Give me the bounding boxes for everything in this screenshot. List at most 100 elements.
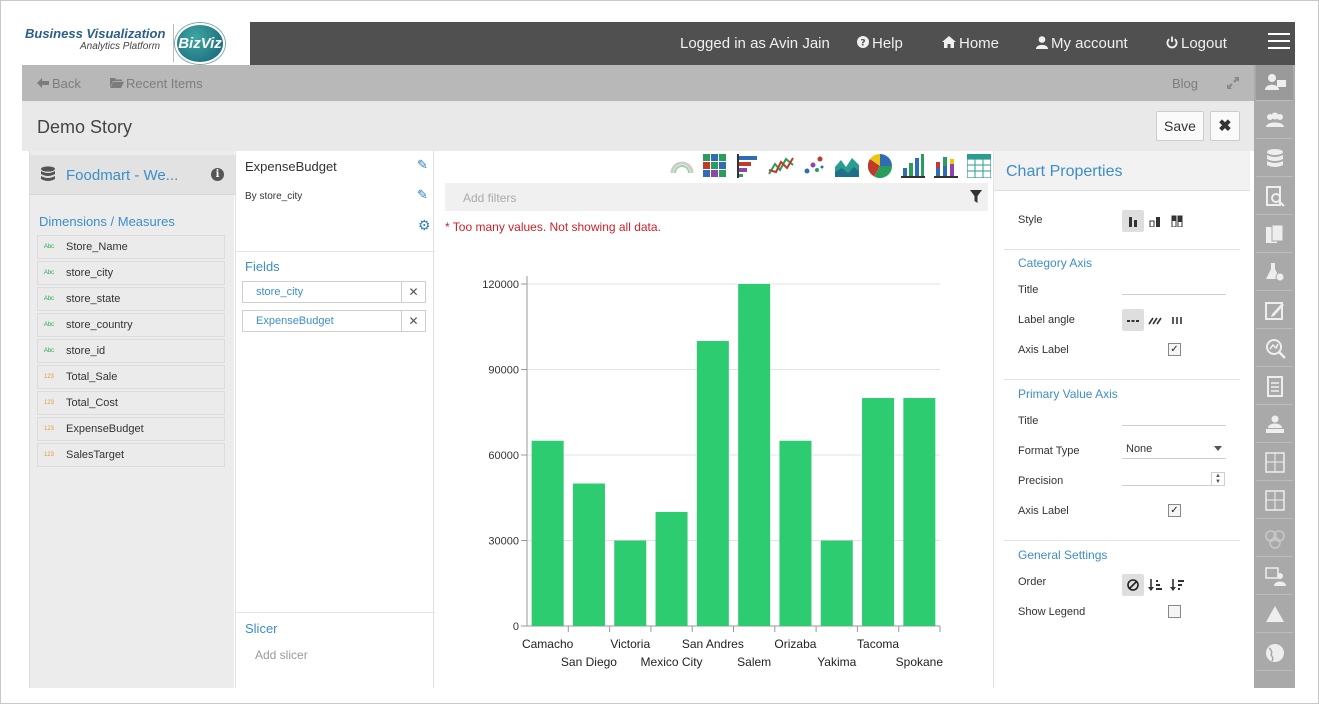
area-chart-icon[interactable]	[830, 153, 863, 179]
dashboard-user-icon[interactable]	[1256, 559, 1293, 595]
save-button[interactable]: Save	[1156, 111, 1204, 141]
edit-measure-pencil-icon[interactable]: ✎	[417, 157, 428, 173]
svg-text:?: ?	[860, 39, 865, 49]
field-pill-expensebudget[interactable]: ExpenseBudget ✕	[242, 310, 426, 332]
style-bars-icon[interactable]	[1122, 210, 1144, 232]
add-slicer-placeholder[interactable]: Add slicer	[255, 648, 308, 662]
value-axis-title-input[interactable]	[1122, 425, 1226, 426]
field-pill-label: store_city	[256, 286, 304, 298]
category-axis-label-checkbox[interactable]: ✓	[1168, 343, 1181, 356]
add-filters-placeholder: Add filters	[463, 191, 517, 205]
label-angle-horizontal-icon[interactable]	[1122, 309, 1144, 331]
back-button[interactable]: Back	[37, 65, 81, 101]
gauge-chart-icon[interactable]	[665, 153, 698, 179]
style-percent-icon[interactable]	[1166, 210, 1188, 232]
line-chart-icon[interactable]	[764, 153, 797, 179]
logged-in-user: Logged in as Avin Jain	[680, 35, 830, 52]
order-label: Order	[1018, 576, 1047, 588]
field-item[interactable]: 123 Total_Sale	[37, 365, 225, 389]
users-group-icon[interactable]	[1256, 521, 1293, 557]
show-legend-checkbox[interactable]	[1168, 605, 1181, 618]
user-icon	[1036, 35, 1048, 52]
field-item[interactable]: 123 SalesTarget	[37, 443, 225, 467]
expand-icon[interactable]	[1227, 65, 1239, 101]
order-none-icon[interactable]	[1122, 574, 1144, 596]
hamburger-menu-icon[interactable]	[1268, 33, 1290, 51]
database-icon[interactable]	[1256, 141, 1293, 177]
gear-icon[interactable]: ⚙	[418, 217, 431, 234]
presenter-icon[interactable]	[1256, 407, 1293, 443]
style-stacked-icon[interactable]	[1144, 210, 1166, 232]
data-source-panel: Foodmart - We... i Dimensions / Measures…	[29, 151, 235, 688]
users-icon[interactable]	[1256, 103, 1293, 139]
order-descending-icon[interactable]	[1166, 574, 1188, 596]
pie-chart-icon[interactable]	[863, 153, 896, 179]
report-search-icon[interactable]	[1256, 179, 1293, 215]
filter-bar[interactable]: Add filters	[445, 183, 988, 211]
info-icon[interactable]: i	[211, 168, 224, 181]
too-many-values-warning: * Too many values. Not showing all data.	[445, 220, 661, 234]
field-item[interactable]: Abc store_state	[37, 287, 225, 311]
logo-subtitle: Analytics Platform	[80, 41, 161, 52]
format-type-label: Format Type	[1018, 445, 1080, 457]
order-ascending-icon[interactable]	[1144, 574, 1166, 596]
edit-panel-icon[interactable]	[1256, 293, 1293, 329]
table-grid-icon[interactable]	[1256, 445, 1293, 481]
brand-logo[interactable]: Business Visualization Analytics Platfor…	[22, 22, 250, 65]
label-angle-diagonal-icon[interactable]	[1144, 309, 1166, 331]
bar	[655, 512, 688, 626]
search-chart-icon[interactable]	[1256, 331, 1293, 367]
format-type-select[interactable]: None	[1122, 443, 1226, 459]
label-angle-vertical-icon[interactable]	[1166, 309, 1188, 331]
precision-stepper[interactable]: ▲ ▼	[1211, 472, 1225, 486]
x-tick-label: Victoria	[610, 637, 650, 651]
field-pill-label: ExpenseBudget	[256, 315, 334, 327]
bar	[903, 398, 936, 626]
field-name: store_id	[66, 345, 106, 357]
globe-icon[interactable]	[1256, 635, 1293, 671]
category-axis-title-input[interactable]	[1122, 294, 1226, 295]
field-item[interactable]: 123 ExpenseBudget	[37, 417, 225, 441]
value-axis-label-checkbox[interactable]: ✓	[1168, 504, 1181, 517]
x-tick-label: Spokane	[896, 655, 944, 669]
precision-input[interactable]	[1122, 485, 1212, 486]
remove-field-close-icon[interactable]: ✕	[401, 311, 425, 331]
primary-value-axis-section: Primary Value Axis	[1018, 387, 1118, 401]
my-account-link[interactable]: My account	[1036, 22, 1128, 65]
stacked-column-chart-icon[interactable]	[929, 153, 962, 179]
field-item[interactable]: Abc Store_Name	[37, 235, 225, 259]
user-monitor-icon[interactable]	[1256, 65, 1293, 101]
bar-chart-icon[interactable]	[731, 153, 764, 179]
text-type-icon: Abc	[43, 296, 55, 302]
field-item[interactable]: 123 Total_Cost	[37, 391, 225, 415]
y-tick-label: 60000	[488, 450, 519, 462]
x-tick-label: Orizaba	[774, 637, 816, 651]
flask-gear-icon[interactable]	[1256, 255, 1293, 291]
blog-link[interactable]: Blog	[1172, 65, 1198, 101]
help-link[interactable]: ? Help	[857, 22, 903, 65]
logout-link[interactable]: Logout	[1166, 22, 1227, 65]
x-tick-label: San Diego	[561, 655, 617, 669]
edit-dimension-pencil-icon[interactable]: ✎	[417, 187, 428, 203]
heatmap-chart-icon[interactable]	[698, 153, 731, 179]
document-icon[interactable]	[1256, 369, 1293, 405]
column-chart-icon[interactable]	[896, 153, 929, 179]
field-item[interactable]: Abc store_country	[37, 313, 225, 337]
documents-icon[interactable]	[1256, 217, 1293, 253]
by-dimension-label: By store_city	[245, 191, 303, 202]
scatter-chart-icon[interactable]	[797, 153, 830, 179]
filter-icon[interactable]	[970, 190, 982, 209]
logo-badge: BizViz	[175, 23, 225, 64]
field-item[interactable]: Abc store_city	[37, 261, 225, 285]
y-tick-label: 90000	[488, 365, 519, 377]
table-grid-2-icon[interactable]	[1256, 483, 1293, 519]
remove-field-close-icon[interactable]: ✕	[401, 282, 425, 302]
field-item[interactable]: Abc store_id	[37, 339, 225, 363]
field-pill-store-city[interactable]: store_city ✕	[242, 281, 426, 303]
table-chart-icon[interactable]	[962, 153, 995, 179]
data-source-header[interactable]: Foodmart - We... i	[30, 155, 235, 195]
close-button[interactable]: ✖	[1210, 111, 1240, 141]
home-link[interactable]: Home	[942, 22, 999, 65]
drive-icon[interactable]	[1256, 597, 1293, 633]
recent-items-button[interactable]: Recent Items	[110, 65, 203, 101]
